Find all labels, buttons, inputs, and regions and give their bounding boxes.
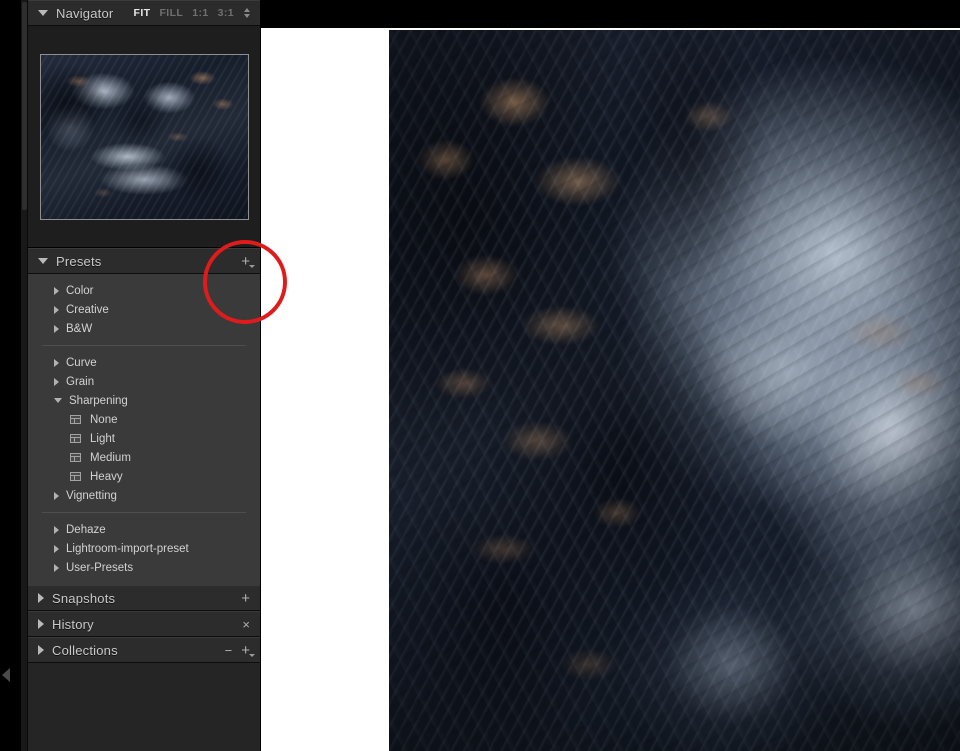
preset-group-vignetting[interactable]: Vignetting	[28, 486, 260, 505]
history-header-actions: ×	[242, 618, 250, 631]
panel-toggle-button[interactable]	[2, 668, 14, 684]
preset-group-label: Sharpening	[69, 394, 128, 407]
zoom-level-fill[interactable]: FILL	[159, 7, 183, 19]
preset-swatch-icon	[70, 415, 81, 424]
triangle-right-icon[interactable]	[54, 525, 59, 534]
triangle-down-icon[interactable]	[38, 10, 48, 16]
left-panel: Navigator FIT FILL 1:1 3:1 Presets + Col…	[28, 0, 261, 751]
presets-title: Presets	[56, 253, 102, 269]
snapshots-add-button[interactable]: +	[241, 591, 250, 606]
preset-group-color[interactable]: Color	[28, 281, 260, 300]
triangle-right-icon[interactable]	[54, 324, 59, 333]
collections-header-actions: − +	[225, 643, 255, 658]
navigator-thumbnail-image	[40, 54, 248, 219]
collections-title: Collections	[52, 642, 118, 658]
chevron-down-icon	[249, 264, 255, 268]
preset-group-label: Dehaze	[66, 523, 106, 536]
collections-remove-button[interactable]: −	[225, 644, 233, 657]
collections-add-button[interactable]: +	[241, 643, 255, 658]
preset-group-bw[interactable]: B&W	[28, 319, 260, 338]
triangle-right-icon[interactable]	[38, 619, 44, 629]
navigator-preview[interactable]	[39, 53, 249, 220]
preset-item-medium[interactable]: Medium	[28, 448, 260, 467]
navigator-header[interactable]: Navigator FIT FILL 1:1 3:1	[28, 0, 260, 26]
triangle-right-icon[interactable]	[54, 544, 59, 553]
zoom-level-1-1[interactable]: 1:1	[192, 7, 208, 19]
preset-group-label: B&W	[66, 322, 93, 335]
preset-item-label: Heavy	[90, 470, 123, 483]
zoom-stepper[interactable]	[244, 8, 250, 18]
preset-item-none[interactable]: None	[28, 410, 260, 429]
preset-group-curve[interactable]: Curve	[28, 353, 260, 372]
triangle-right-icon[interactable]	[54, 491, 59, 500]
preset-item-label: Light	[90, 432, 115, 445]
left-edge-strip	[0, 0, 21, 751]
preset-group-label: User-Presets	[66, 561, 134, 574]
triangle-right-icon[interactable]	[54, 358, 59, 367]
preset-group-creative[interactable]: Creative	[28, 300, 260, 319]
snapshots-title: Snapshots	[52, 590, 116, 606]
presets-header[interactable]: Presets +	[28, 248, 260, 274]
triangle-right-icon[interactable]	[54, 377, 59, 386]
preset-group-label: Color	[66, 284, 94, 297]
history-clear-button[interactable]: ×	[242, 618, 250, 631]
preset-group-label: Creative	[66, 303, 109, 316]
triangle-down-icon[interactable]	[38, 258, 48, 264]
thumb-streak-layer	[40, 54, 248, 219]
preset-group-label: Curve	[66, 356, 97, 369]
stepper-up-icon	[244, 8, 250, 12]
photo-vignette	[389, 30, 960, 751]
app-root: Navigator FIT FILL 1:1 3:1 Presets + Col…	[0, 0, 960, 751]
main-photo[interactable]	[389, 30, 960, 751]
triangle-right-icon[interactable]	[54, 305, 59, 314]
preset-group-label: Vignetting	[66, 489, 117, 502]
preset-group-lightroom-import-preset[interactable]: Lightroom-import-preset	[28, 539, 260, 558]
collections-header[interactable]: Collections − +	[28, 637, 260, 663]
snapshots-header[interactable]: Snapshots +	[28, 585, 260, 611]
presets-separator	[42, 512, 246, 513]
preset-item-light[interactable]: Light	[28, 429, 260, 448]
preset-group-label: Lightroom-import-preset	[66, 542, 189, 555]
navigator-zoom-controls: FIT FILL 1:1 3:1	[134, 7, 250, 19]
triangle-left-icon	[2, 668, 10, 682]
top-black-bar	[261, 0, 960, 28]
triangle-right-icon[interactable]	[38, 593, 44, 603]
preset-group-dehaze[interactable]: Dehaze	[28, 520, 260, 539]
panel-scrollbar-thumb[interactable]	[22, 2, 27, 210]
preset-swatch-icon	[70, 453, 81, 462]
triangle-right-icon[interactable]	[54, 563, 59, 572]
history-title: History	[52, 616, 94, 632]
presets-header-actions: +	[241, 254, 255, 269]
navigator-title: Navigator	[56, 5, 114, 21]
zoom-level-3-1[interactable]: 3:1	[218, 7, 234, 19]
presets-list: Color Creative B&W Curve Grain Sharpenin…	[28, 274, 260, 585]
zoom-level-fit[interactable]: FIT	[134, 7, 151, 19]
triangle-down-icon[interactable]	[54, 398, 62, 403]
preset-swatch-icon	[70, 434, 81, 443]
history-header[interactable]: History ×	[28, 611, 260, 637]
triangle-right-icon[interactable]	[54, 286, 59, 295]
preset-group-grain[interactable]: Grain	[28, 372, 260, 391]
preset-group-label: Grain	[66, 375, 95, 388]
preset-item-label: None	[90, 413, 118, 426]
chevron-down-icon	[249, 653, 255, 657]
preset-item-heavy[interactable]: Heavy	[28, 467, 260, 486]
navigator-body	[28, 26, 260, 248]
presets-separator	[42, 345, 246, 346]
preset-swatch-icon	[70, 472, 81, 481]
stepper-down-icon	[244, 14, 250, 18]
preset-group-sharpening[interactable]: Sharpening	[28, 391, 260, 410]
snapshots-header-actions: +	[241, 591, 250, 606]
presets-add-button[interactable]: +	[241, 254, 255, 269]
panel-empty-area	[28, 663, 260, 723]
triangle-right-icon[interactable]	[38, 645, 44, 655]
preset-group-user-presets[interactable]: User-Presets	[28, 558, 260, 577]
preset-item-label: Medium	[90, 451, 131, 464]
